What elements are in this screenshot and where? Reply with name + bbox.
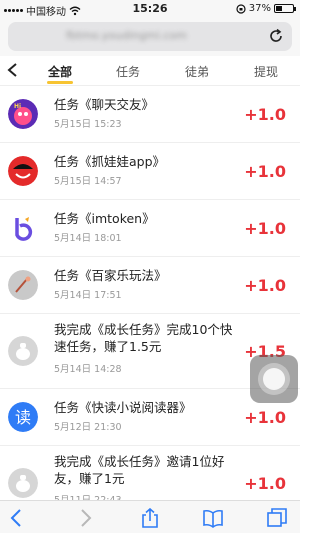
chat-app-icon: Hi — [8, 99, 38, 129]
reload-icon[interactable] — [268, 28, 284, 44]
record-title: 我完成《成长任务》完成10个快速任务，赚了1.5元 — [54, 322, 233, 354]
record-title: 任务《抓娃娃app》 — [54, 154, 166, 169]
tabs-icon[interactable] — [266, 507, 288, 529]
battery-fill — [276, 6, 282, 11]
growth-task-icon — [8, 336, 38, 366]
tab-indicator — [47, 81, 73, 84]
battery-percent: 37% — [248, 3, 271, 14]
record-title: 任务《imtoken》 — [54, 211, 155, 226]
list-item[interactable]: 我完成《成长任务》邀请1位好友，赚了1元 5月11日 22:43 +1.0 — [0, 446, 300, 506]
tab-tasks[interactable]: 任务 — [116, 63, 140, 80]
tab-all[interactable]: 全部 — [48, 63, 72, 80]
record-date: 5月14日 18:01 — [54, 233, 122, 244]
battery-icon — [274, 4, 296, 13]
record-amount: +1.0 — [244, 219, 286, 238]
record-title: 任务《聊天交友》 — [54, 97, 155, 112]
browser-forward-icon[interactable] — [74, 507, 96, 529]
list-item[interactable]: 任务《抓娃娃app》 5月15日 14:57 +1.0 — [0, 143, 300, 200]
url-text: fbtmo.youdingmi.com — [66, 29, 187, 42]
record-amount: +1.0 — [244, 474, 286, 493]
record-date: 5月14日 14:28 — [54, 364, 122, 375]
record-date: 5月12日 21:30 — [54, 422, 122, 433]
growth-task-icon — [8, 468, 38, 498]
claw-machine-app-icon — [8, 156, 38, 186]
record-date: 5月15日 14:57 — [54, 176, 122, 187]
share-icon[interactable] — [139, 507, 161, 529]
record-amount: +1.0 — [244, 162, 286, 181]
status-right: 37% — [236, 3, 296, 14]
browser-address-area: fbtmo.youdingmi.com — [0, 18, 300, 56]
tab-bar: 全部 任务 徒弟 提现 — [0, 56, 300, 86]
tab-withdraw[interactable]: 提现 — [254, 63, 278, 80]
record-amount: +1.0 — [244, 276, 286, 295]
bookmarks-icon[interactable] — [202, 507, 224, 529]
list-item[interactable]: 任务《百家乐玩法》 5月14日 17:51 +1.0 — [0, 257, 300, 314]
back-icon[interactable] — [6, 62, 20, 78]
list-item[interactable]: 任务《imtoken》 5月14日 18:01 +1.0 — [0, 200, 300, 257]
assistive-touch-dot — [263, 368, 285, 390]
browser-back-icon[interactable] — [6, 507, 28, 529]
baccarat-app-icon — [8, 270, 38, 300]
record-title: 我完成《成长任务》邀请1位好友，赚了1元 — [54, 454, 225, 486]
address-bar[interactable]: fbtmo.youdingmi.com — [8, 22, 292, 51]
browser-toolbar — [0, 500, 300, 533]
status-bar: 中国移动 15:26 37% — [0, 0, 300, 18]
record-title: 任务《快读小说阅读器》 — [54, 400, 192, 415]
record-title: 任务《百家乐玩法》 — [54, 268, 167, 283]
imtoken-app-icon — [8, 213, 38, 243]
reader-app-icon: 读 — [8, 402, 38, 432]
record-date: 5月14日 17:51 — [54, 290, 122, 301]
svg-text:读: 读 — [15, 408, 31, 427]
tab-apprentices[interactable]: 徒弟 — [185, 63, 209, 80]
record-date: 5月15日 15:23 — [54, 119, 122, 130]
assistive-touch-button[interactable] — [250, 355, 298, 403]
list-item[interactable]: Hi 任务《聊天交友》 5月15日 15:23 +1.0 — [0, 86, 300, 143]
record-amount: +1.0 — [244, 105, 286, 124]
orientation-lock-icon — [236, 3, 246, 14]
record-amount: +1.0 — [244, 408, 286, 427]
svg-text:Hi: Hi — [14, 103, 21, 110]
